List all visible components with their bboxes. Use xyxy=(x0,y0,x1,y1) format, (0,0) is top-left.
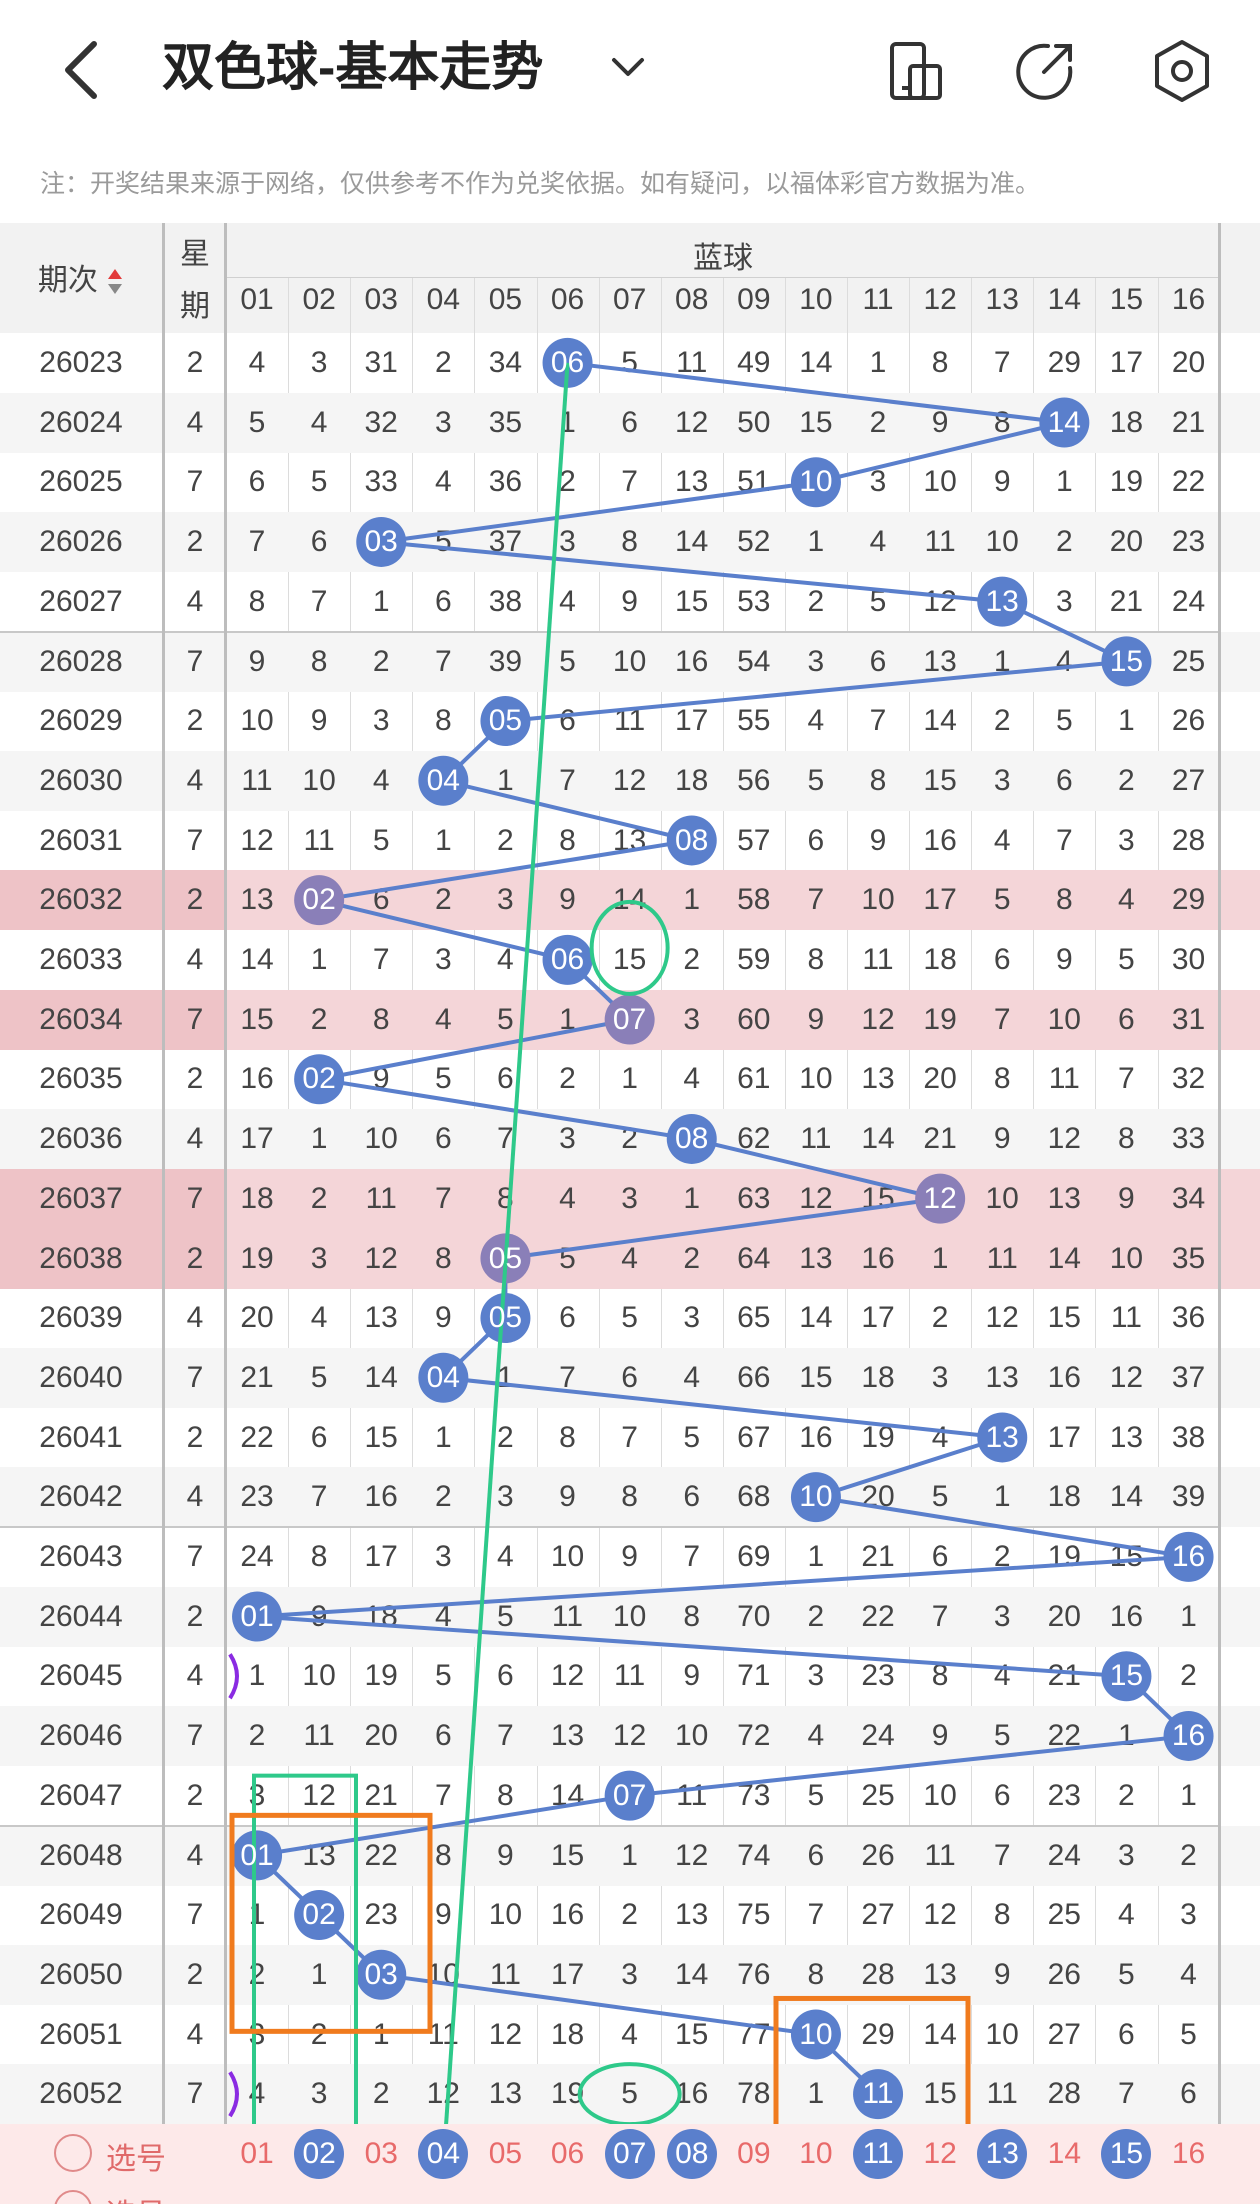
drawn-ball-value: 12 xyxy=(923,1181,957,1215)
drawn-ball-value: 04 xyxy=(426,1360,460,1394)
drawn-ball-value: 02 xyxy=(302,1062,336,1096)
drawn-ball-value: 16 xyxy=(1171,1540,1206,1573)
purple-annotation-mark xyxy=(228,2071,239,2118)
disclaimer-note: 注：开奖结果来源于网络，仅供参考不作为兑奖依据。如有疑问，以福体彩官方数据为准。 xyxy=(40,170,1041,198)
page-title: 双色球-基本走势 xyxy=(162,39,544,97)
select-ball[interactable]: 16 xyxy=(1164,2129,1214,2179)
drawn-ball-value: 03 xyxy=(364,525,398,559)
select-label: 选号 xyxy=(106,2143,166,2176)
drawn-ball-value: 16 xyxy=(1171,1719,1206,1753)
select-ball[interactable]: 08 xyxy=(666,2129,717,2179)
drawn-ball-value: 07 xyxy=(612,1778,647,1812)
drawn-ball-value: 13 xyxy=(985,1420,1019,1454)
drawn-ball-value: 11 xyxy=(862,2077,894,2111)
select-ball[interactable]: 12 xyxy=(915,2129,965,2179)
purple-annotation-mark xyxy=(228,1653,239,1700)
share-icon[interactable] xyxy=(1010,36,1080,106)
chevron-down-icon[interactable] xyxy=(606,42,650,92)
drawn-ball-value: 08 xyxy=(675,823,709,857)
select-label: 选号 xyxy=(106,2190,166,2204)
column-divider xyxy=(224,223,227,2204)
column-divider xyxy=(1218,223,1221,2204)
column-divider xyxy=(162,223,165,2204)
green-annotation-circle xyxy=(577,2062,682,2127)
drawn-ball-value: 05 xyxy=(488,1301,523,1335)
green-annotation-circle xyxy=(589,899,670,996)
drawn-ball-value: 08 xyxy=(675,1122,709,1156)
drawn-ball-value: 10 xyxy=(799,2017,833,2051)
select-ball[interactable]: 04 xyxy=(418,2129,469,2179)
drawn-ball-value: 06 xyxy=(550,346,585,379)
trend-table: 期次 星 期 蓝球 01 02 03 04 05 06 07 08 09 10 11 12 13 14 15… xyxy=(0,223,1260,2204)
drawn-ball-value: 10 xyxy=(799,465,833,499)
select-ball[interactable]: 07 xyxy=(604,2129,655,2179)
select-ball[interactable]: 03 xyxy=(356,2129,406,2179)
drawn-ball-value: 15 xyxy=(1109,644,1144,678)
drawn-ball-value: 06 xyxy=(550,943,585,976)
layout-icon[interactable] xyxy=(880,36,950,106)
select-ball[interactable]: 01 xyxy=(232,2129,282,2179)
select-ball[interactable]: 11 xyxy=(853,2129,904,2179)
drawn-ball-value: 02 xyxy=(302,1898,336,1932)
drawn-ball-value: 05 xyxy=(488,1241,523,1275)
drawn-ball-value: 02 xyxy=(302,883,336,917)
trend-overlay xyxy=(228,337,1214,2201)
select-radio[interactable] xyxy=(54,2134,92,2172)
drawn-ball-value: 01 xyxy=(240,1838,274,1872)
drawn-ball-value: 03 xyxy=(364,1957,398,1991)
settings-icon[interactable] xyxy=(1147,36,1217,106)
select-ball[interactable]: 02 xyxy=(294,2129,345,2179)
drawn-ball-value: 15 xyxy=(1109,1659,1144,1693)
drawn-ball-value: 13 xyxy=(985,584,1019,618)
drawn-ball-value: 07 xyxy=(612,1002,647,1036)
drawn-ball-value: 04 xyxy=(426,763,460,797)
top-bar: 双色球-基本走势 xyxy=(0,0,1260,140)
drawn-ball-value: 05 xyxy=(488,704,523,738)
select-ball[interactable]: 14 xyxy=(1039,2129,1089,2179)
select-ball[interactable]: 06 xyxy=(543,2129,593,2179)
select-ball[interactable]: 10 xyxy=(791,2129,841,2179)
back-arrow-icon[interactable] xyxy=(50,30,120,110)
select-ball[interactable]: 09 xyxy=(729,2129,779,2179)
drawn-ball-value: 10 xyxy=(799,1480,833,1514)
trend-line xyxy=(252,360,1193,2096)
drawn-ball-value: 01 xyxy=(240,1599,274,1633)
drawn-ball-value: 14 xyxy=(1047,405,1081,439)
select-ball[interactable]: 13 xyxy=(977,2129,1028,2179)
